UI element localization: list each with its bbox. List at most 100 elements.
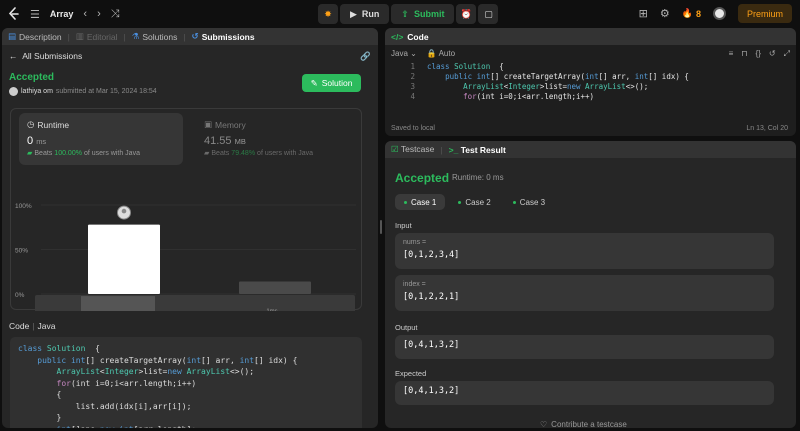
editor-code-lines[interactable]: 1 class Solution {2 public int[] createTa…: [385, 62, 796, 102]
editor-toolbar: Java ⌄ 🔒 Auto ≡ ⊓ {} ↺ ⤢: [385, 45, 796, 62]
tab-divider: |: [440, 144, 443, 155]
heart-icon: ♡: [540, 420, 548, 428]
solution-button[interactable]: ✎ Solution: [302, 74, 361, 92]
case-tab-3[interactable]: Case 3: [504, 194, 554, 210]
submit-button[interactable]: ⇪ Submit: [391, 4, 455, 24]
runtime-distribution-chart[interactable]: 100%50%0%1ms1ms: [11, 165, 363, 311]
prev-problem-icon[interactable]: ‹: [83, 8, 87, 20]
expected-box[interactable]: [0,4,1,3,2]: [395, 381, 774, 405]
code-line: list.add(idx[i],arr[i]);: [18, 401, 192, 411]
tab-submissions-label: Submissions: [201, 31, 255, 42]
language-select[interactable]: Java ⌄: [391, 49, 417, 58]
format-icon[interactable]: ≡: [729, 49, 734, 59]
tab-editorial[interactable]: ▥ Editorial: [76, 31, 118, 42]
tab-submissions[interactable]: ↺ Submissions: [192, 31, 255, 42]
editor-footer: Saved to local Ln 13, Col 20: [391, 125, 788, 132]
tab-solutions[interactable]: ⚗ Solutions: [132, 31, 178, 42]
output-label: Output: [395, 323, 418, 332]
premium-button[interactable]: Premium: [737, 4, 792, 23]
stats-box: ◷ Runtime 0 ms ▰ Beats 100.00% of users with…: [10, 108, 363, 311]
tab-testcase-label: Testcase: [400, 144, 435, 154]
submission-author: lathiya om submitted at Mar 15, 2024 18:…: [9, 87, 157, 96]
tab-test-result[interactable]: >_ Test Result: [449, 145, 506, 155]
reset-icon[interactable]: ↺: [769, 49, 776, 59]
cursor-position: Ln 13, Col 20: [746, 125, 788, 132]
debug-button[interactable]: ✸: [318, 4, 338, 24]
back-label: All Submissions: [22, 51, 83, 61]
input-nums-box[interactable]: nums = [0,1,2,3,4]: [395, 233, 774, 269]
settings-gear-icon[interactable]: ⚙: [660, 7, 670, 20]
submitted-code-block[interactable]: class Solution { public int[] createTarg…: [10, 337, 362, 428]
result-runtime: Runtime: 0 ms: [452, 173, 504, 182]
input-label: Input: [395, 221, 412, 230]
memory-value: 41.55: [204, 135, 232, 147]
runtime-beats-prefix: Beats: [34, 149, 53, 157]
run-button[interactable]: ▶ Run: [340, 4, 390, 24]
code-line: }: [18, 413, 62, 422]
link-icon[interactable]: 🔗: [360, 51, 371, 62]
code-editor-title: Code: [407, 31, 429, 42]
upload-icon: ⇪: [401, 8, 409, 19]
top-nav: ☰ Array ‹ › ⤨ ✸ ▶ Run ⇪ Submit ⏰ ▢ ⊞ ⚙ 🔥 8 …: [0, 0, 800, 28]
tab-description[interactable]: ▤ Description: [8, 31, 62, 42]
memory-label: Memory: [215, 119, 246, 130]
leetcode-logo-icon[interactable]: [8, 7, 20, 21]
tab-divider: |: [67, 31, 70, 42]
memory-beats-prefix: Beats: [211, 149, 230, 157]
code-heading-sep: |: [32, 321, 35, 331]
checkbox-icon: ☑: [391, 144, 399, 154]
braces-icon[interactable]: {}: [756, 49, 761, 59]
tab-testcase[interactable]: ☑ Testcase: [391, 144, 434, 155]
case-tab-1[interactable]: Case 1: [395, 194, 446, 210]
submitted-time: submitted at Mar 15, 2024 18:54: [55, 88, 157, 95]
next-problem-icon[interactable]: ›: [97, 8, 101, 20]
memory-unit: MB: [234, 137, 246, 146]
panel-resize-handle[interactable]: [380, 220, 382, 234]
tab-solutions-label: Solutions: [142, 31, 178, 42]
timer-button[interactable]: ⏰: [456, 4, 477, 24]
code-line: {: [18, 390, 62, 399]
bookmark-icon[interactable]: ⊓: [741, 49, 747, 59]
notes-button[interactable]: ▢: [478, 4, 499, 24]
result-status: Accepted: [395, 171, 450, 185]
submission-status: Accepted: [9, 72, 55, 83]
problem-list-icon[interactable]: ☰: [30, 8, 40, 21]
shuffle-icon[interactable]: ⤨: [111, 8, 120, 21]
line-code: for(int i=0;i<arr.length;i++): [463, 92, 595, 101]
expand-icon[interactable]: ⤢: [784, 49, 790, 59]
submit-label: Submit: [413, 9, 445, 19]
left-tab-bar: ▤ Description | ▥ Editorial | ⚗ Solutions |…: [2, 28, 378, 45]
pass-dot-icon: [512, 200, 516, 204]
code-line: ArrayList<Integer>list=new ArrayList<>()…: [56, 367, 255, 376]
memory-card[interactable]: ▣ Memory 41.55 MB ▰ Beats 79.48% of users wi…: [196, 113, 360, 165]
contribute-testcase-link[interactable]: ♡ Contribute a testcase: [540, 420, 627, 428]
y-tick-label: 50%: [15, 248, 28, 255]
streak-count: 8: [695, 8, 701, 19]
nums-key: nums =: [403, 239, 427, 246]
runtime-card[interactable]: ◷ Runtime 0 ms ▰ Beats 100.00% of users with…: [19, 113, 183, 165]
case-tab-2[interactable]: Case 2: [449, 194, 499, 210]
arrow-left-icon: ←: [9, 51, 18, 61]
case-1-label: Case 1: [411, 197, 437, 207]
fire-icon: 🔥: [681, 8, 693, 18]
alarm-icon: ⏰: [460, 8, 473, 19]
streak-counter[interactable]: 🔥 8: [682, 8, 701, 19]
runtime-beats-suffix: of users with Java: [83, 149, 140, 157]
input-index-box[interactable]: index = [0,1,2,2,1]: [395, 275, 774, 311]
line-number: 3: [410, 82, 415, 91]
editor-line: 1 class Solution {: [395, 62, 796, 72]
user-avatar[interactable]: [712, 7, 726, 20]
pass-dot-icon: [404, 200, 407, 204]
line-code: ArrayList<Integer>list=new ArrayList<>()…: [463, 82, 649, 91]
back-to-submissions[interactable]: ← All Submissions: [9, 51, 82, 61]
author-name[interactable]: lathiya om: [21, 88, 53, 95]
auto-mode-toggle[interactable]: 🔒 Auto: [427, 49, 455, 58]
layout-grid-icon[interactable]: ⊞: [639, 7, 648, 20]
user-marker-head-icon: [121, 208, 127, 214]
output-box[interactable]: [0,4,1,3,2]: [395, 335, 774, 359]
author-avatar[interactable]: [9, 87, 18, 96]
pass-dot-icon: [458, 200, 462, 204]
distribution-bar: [239, 281, 311, 294]
problem-list-title[interactable]: Array: [50, 9, 74, 19]
runtime-unit: ms: [36, 137, 47, 146]
